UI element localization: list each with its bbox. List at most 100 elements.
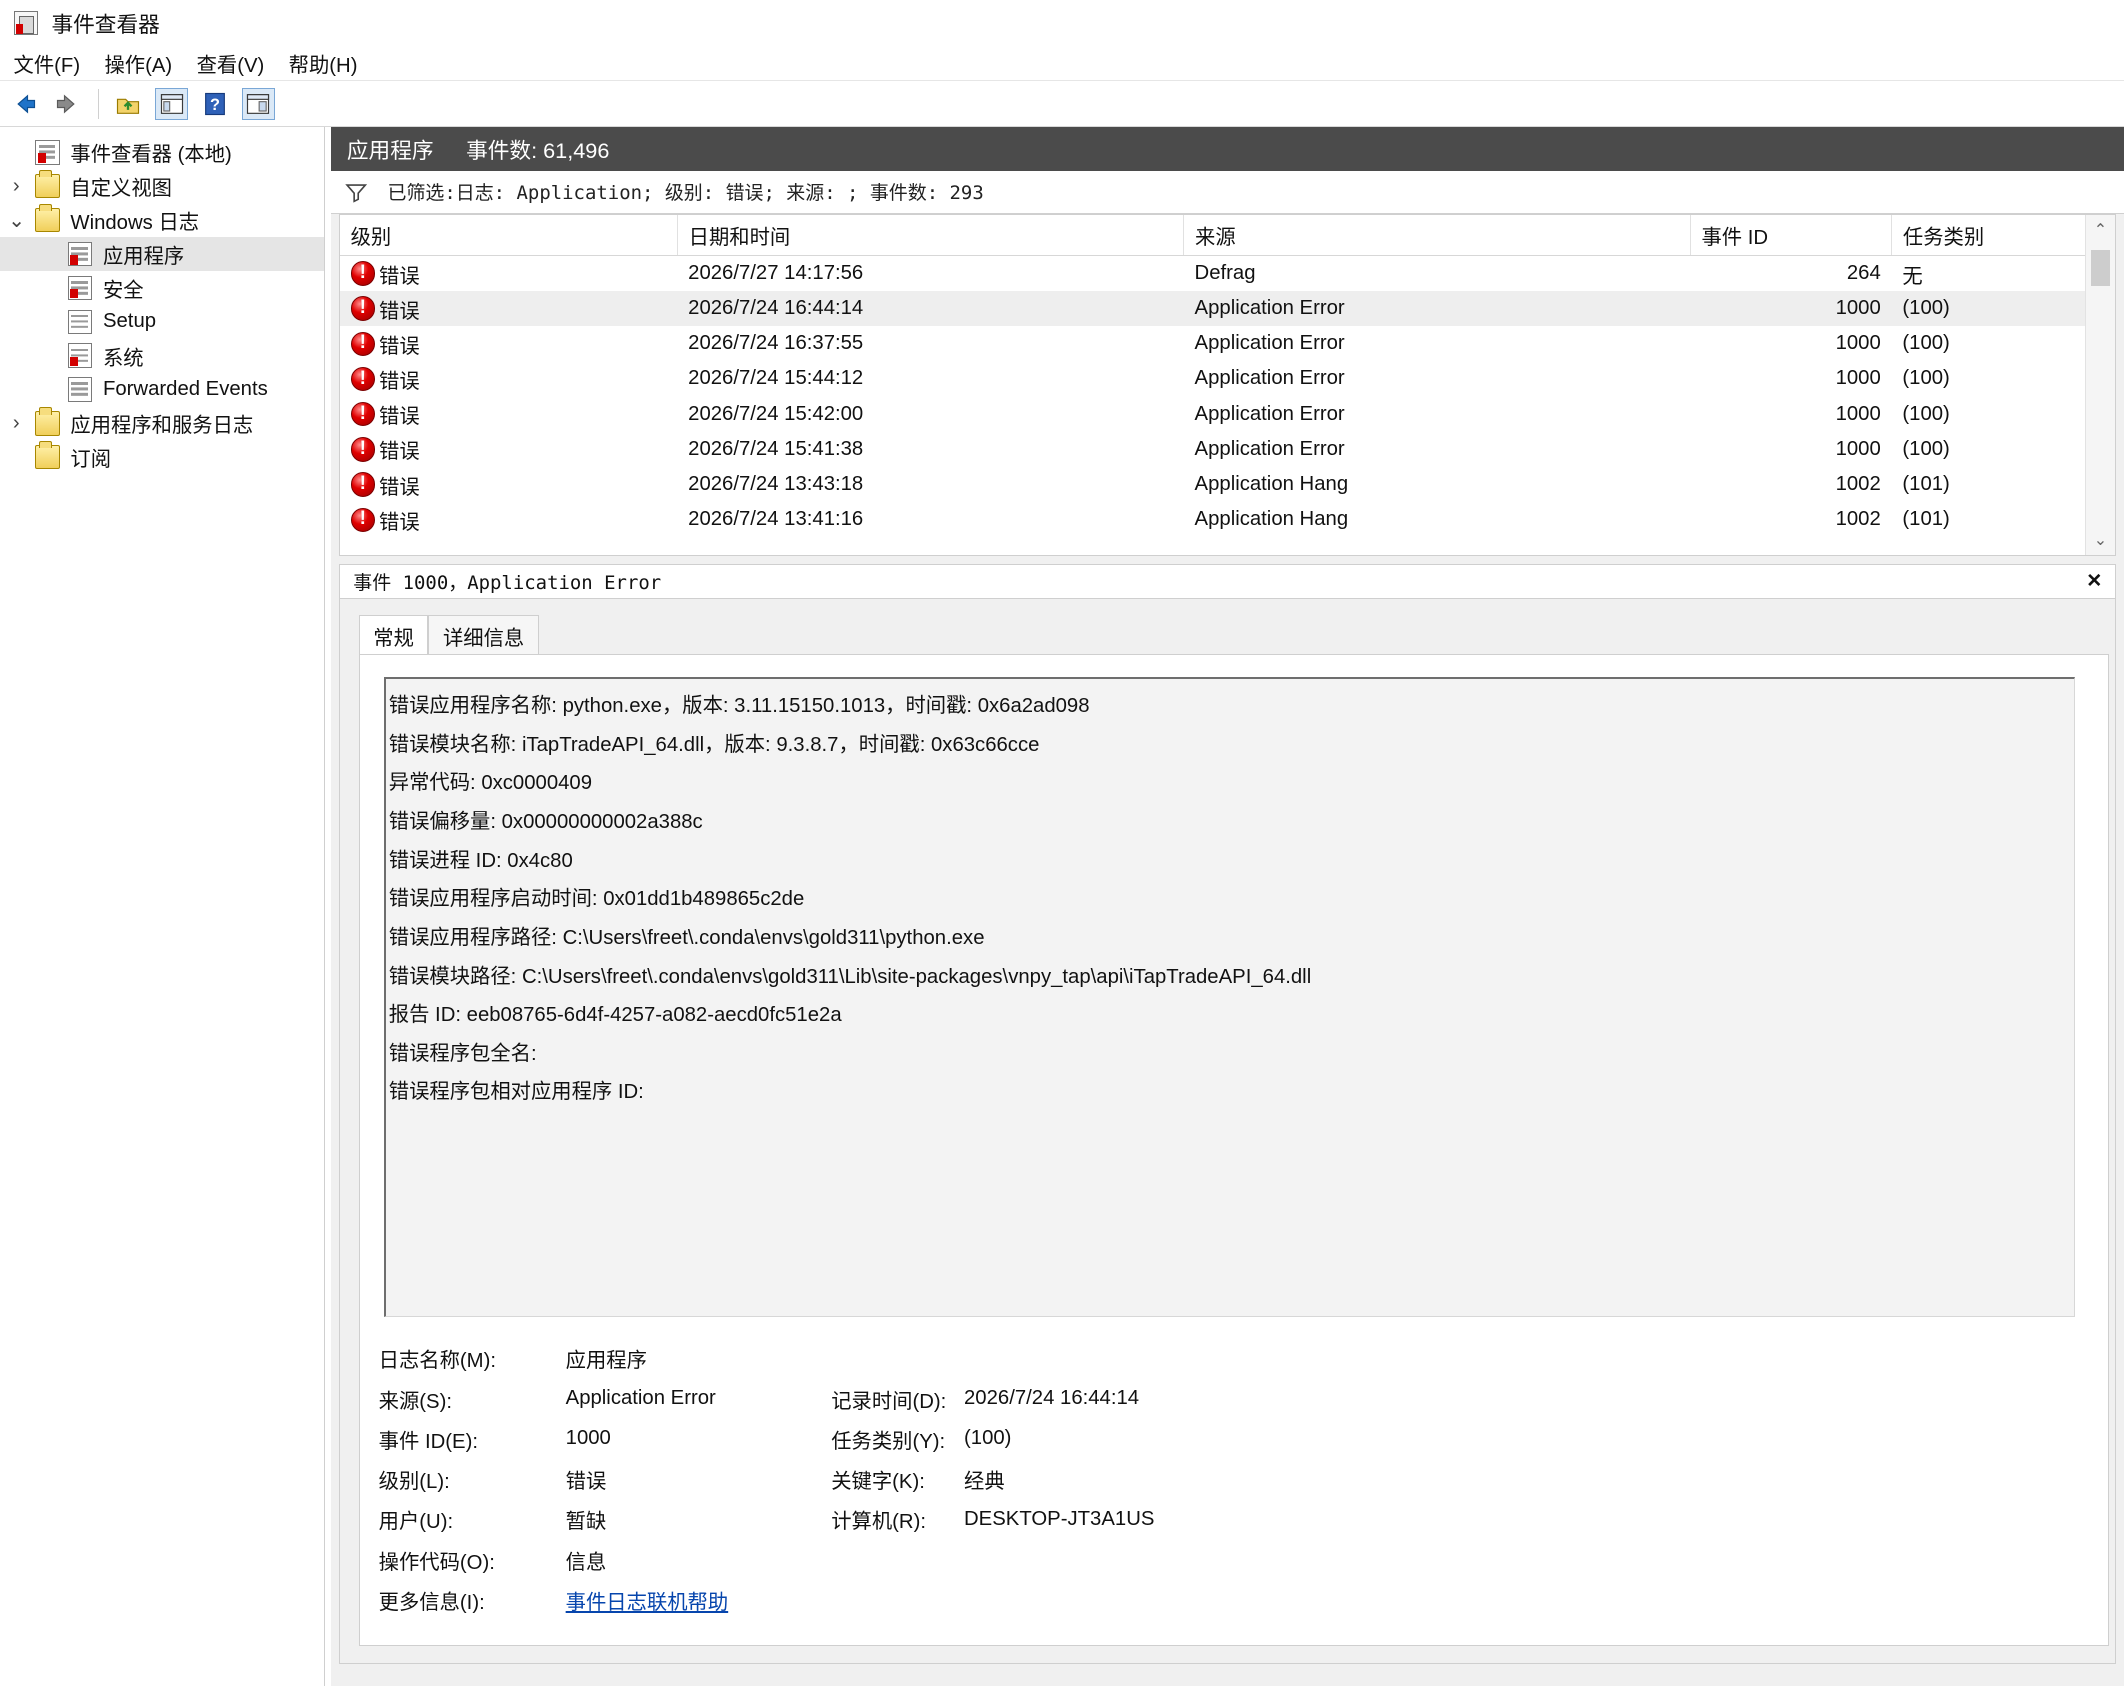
- cell-event-id: 1002: [1835, 473, 1881, 496]
- cell-event-id: 264: [1846, 262, 1881, 285]
- cell-datetime: 2026/7/24 15:41:38: [688, 437, 864, 460]
- tree-item-custom-views[interactable]: › 自定义视图: [0, 169, 324, 203]
- general-line: 异常代码: 0xc0000409: [388, 772, 593, 795]
- col-task-category[interactable]: 任务类别: [1891, 215, 2099, 257]
- console-tree-icon[interactable]: [155, 87, 188, 121]
- filter-bar: 已筛选:日志: Application; 级别: 错误; 来源: ; 事件数: …: [330, 170, 2124, 215]
- menu-help[interactable]: 帮助(H): [289, 45, 358, 80]
- level-text: 错误: [379, 476, 420, 499]
- cell-source: Application Error: [1183, 290, 1691, 327]
- table-row[interactable]: ! 错误 2026/7/24 15:42:00 Application Error…: [340, 397, 2099, 432]
- level-text: 错误: [379, 335, 420, 358]
- general-description: 错误应用程序名称: python.exe，版本: 3.11.15150.1013…: [384, 677, 2076, 1317]
- scroll-down-icon[interactable]: ⌄: [2086, 525, 2115, 555]
- panel-icon[interactable]: [242, 87, 275, 121]
- tree-label-forwarded-events: Forwarded Events: [102, 378, 268, 401]
- events-scrollbar[interactable]: ⌃ ⌄: [2085, 215, 2115, 555]
- menu-action[interactable]: 操作(A): [104, 45, 172, 80]
- prop-row-user: 用户(U): 暂缺 计算机(R): DESKTOP-JT3A1US: [379, 1499, 2005, 1539]
- table-row[interactable]: ! 错误 2026/7/24 16:44:14 Application Error…: [339, 290, 2099, 327]
- prop-row-source: 来源(S): Application Error 记录时间(D): 2026/7…: [379, 1379, 2005, 1419]
- toolbar: ?: [0, 81, 2124, 128]
- tree-item-windows-logs[interactable]: ⌄ Windows 日志: [0, 203, 324, 237]
- left-navigation-pane: 事件查看器 (本地) › 自定义视图 ⌄ Windows 日志 应用程序 安全 …: [0, 127, 326, 1686]
- cell-level: ! 错误: [340, 397, 678, 432]
- log-icon: [67, 377, 93, 402]
- error-icon: !: [350, 437, 375, 462]
- table-row[interactable]: ! 错误 2026/7/24 13:41:16 Application Hang …: [340, 502, 2099, 537]
- table-row[interactable]: ! 错误 2026/7/24 16:37:55 Application Error…: [340, 326, 2099, 361]
- more-info-link-text[interactable]: 事件日志联机帮助: [566, 1592, 729, 1614]
- back-arrow-icon[interactable]: [8, 88, 41, 121]
- cell-source: Application Error: [1194, 402, 1345, 425]
- chevron-right-icon[interactable]: ›: [8, 175, 24, 198]
- value-keywords: 经典: [964, 1471, 1005, 1494]
- svg-text:?: ?: [210, 96, 220, 114]
- col-source[interactable]: 来源: [1183, 215, 1691, 257]
- col-event-id[interactable]: 事件 ID: [1690, 215, 1893, 257]
- value-source: Application Error: [565, 1387, 716, 1410]
- scroll-up-icon[interactable]: ⌃: [2086, 215, 2115, 245]
- tree-item-security[interactable]: 安全: [0, 271, 324, 305]
- value-logged: 2026/7/24 16:44:14: [964, 1387, 1140, 1410]
- prop-row-level: 级别(L): 错误 关键字(K): 经典: [379, 1459, 2005, 1499]
- cell-source: Application Error: [1194, 332, 1345, 355]
- label-user: 用户(U):: [378, 1511, 454, 1534]
- menu-view[interactable]: 查看(V): [197, 45, 265, 80]
- table-row[interactable]: ! 错误 2026/7/24 13:43:18 Application Hang …: [340, 467, 2099, 502]
- level-cell-content: ! 错误: [350, 329, 677, 359]
- scroll-thumb[interactable]: [2091, 250, 2111, 286]
- table-row[interactable]: ! 错误 2026/7/24 15:41:38 Application Error…: [340, 432, 2099, 467]
- tree-item-app-service-logs[interactable]: › 应用程序和服务日志: [0, 406, 324, 440]
- cell-task-category: (100): [1902, 332, 1950, 355]
- event-viewer-app-icon: [13, 10, 38, 36]
- general-line: 错误应用程序名称: python.exe，版本: 3.11.15150.1013…: [388, 695, 1090, 718]
- error-icon: !: [350, 366, 375, 392]
- prop-row-more-info: 更多信息(I): 事件日志联机帮助: [379, 1580, 2005, 1620]
- chevron-right-icon[interactable]: ›: [8, 412, 24, 435]
- tree-item-application[interactable]: 应用程序: [0, 237, 325, 271]
- general-line: 错误程序包全名:: [388, 1042, 537, 1065]
- general-line: 报告 ID: eeb08765-6d4f-4257-a082-aecd0fc51…: [388, 1004, 842, 1027]
- tree-item-setup[interactable]: Setup: [0, 305, 324, 339]
- details-tabs: 常规 详细信息: [358, 615, 539, 656]
- tree-item-forwarded-events[interactable]: Forwarded Events: [0, 373, 324, 407]
- toolbar-separator: [97, 88, 99, 119]
- label-task-category: 任务类别(Y):: [831, 1430, 946, 1453]
- cell-level: ! 错误: [340, 432, 678, 467]
- cell-level: ! 错误: [340, 326, 678, 361]
- cell-event-id: 1000: [1835, 367, 1881, 390]
- more-info-link[interactable]: 事件日志联机帮助: [566, 1585, 832, 1615]
- up-folder-icon[interactable]: [112, 88, 145, 121]
- close-icon[interactable]: ×: [2087, 567, 2101, 595]
- navigation-tree: 事件查看器 (本地) › 自定义视图 ⌄ Windows 日志 应用程序 安全 …: [0, 127, 325, 474]
- tab-general[interactable]: 常规: [358, 615, 429, 656]
- cell-datetime: 2026/7/27 14:17:56: [688, 262, 864, 285]
- menu-file[interactable]: 文件(F): [14, 45, 81, 80]
- tree-item-root[interactable]: 事件查看器 (本地): [0, 135, 324, 169]
- chevron-down-icon[interactable]: ⌄: [8, 208, 25, 233]
- cell-source: Application Error: [1194, 367, 1345, 390]
- tab-details[interactable]: 详细信息: [428, 615, 539, 656]
- folder-icon: [35, 169, 60, 199]
- cell-source: Application Hang: [1194, 473, 1349, 496]
- table-row[interactable]: ! 错误 2026/7/24 15:44:12 Application Error…: [340, 361, 2099, 396]
- level-cell-content: ! 错误: [350, 470, 677, 500]
- prop-row-opcode: 操作代码(O): 信息: [379, 1540, 2005, 1580]
- level-cell-content: ! 错误: [350, 505, 677, 535]
- forward-arrow-icon[interactable]: [51, 88, 84, 121]
- tree-item-system[interactable]: 系统: [0, 339, 324, 373]
- col-datetime[interactable]: 日期和时间: [677, 215, 1185, 257]
- tree-item-subscriptions[interactable]: 订阅: [0, 440, 324, 474]
- tree-label-subscriptions: 订阅: [70, 449, 112, 472]
- general-line: 错误偏移量: 0x00000000002a388c: [388, 811, 703, 834]
- col-level[interactable]: 级别: [339, 215, 678, 257]
- help-icon[interactable]: ?: [199, 88, 232, 121]
- tree-label-app-service-logs: 应用程序和服务日志: [70, 415, 254, 438]
- value-computer: DESKTOP-JT3A1US: [964, 1507, 1155, 1530]
- table-row[interactable]: ! 错误 2026/7/27 14:17:56 Defrag 264 无: [340, 256, 2099, 291]
- cell-source: Defrag: [1194, 262, 1256, 285]
- general-line: 错误模块名称: iTapTradeAPI_64.dll，版本: 9.3.8.7，…: [388, 733, 1040, 756]
- value-opcode: 信息: [565, 1551, 607, 1574]
- cell-event-id: 1000: [1835, 402, 1881, 425]
